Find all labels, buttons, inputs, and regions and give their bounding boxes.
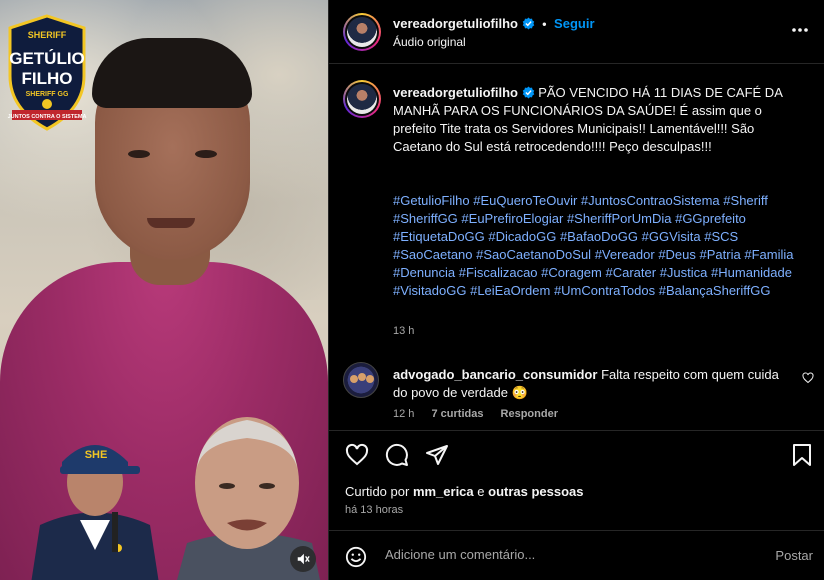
svg-text:SHERIFF GG: SHERIFF GG: [26, 91, 69, 98]
liked-prefix: Curtido por: [345, 484, 410, 499]
speaker-eye-left: [128, 150, 150, 158]
hashtag-link[interactable]: #Patria: [700, 247, 741, 262]
hashtag-link[interactable]: #GGprefeito: [675, 211, 746, 226]
save-bookmark-icon[interactable]: [791, 443, 813, 467]
speaker-mouth: [147, 218, 195, 228]
like-heart-icon[interactable]: [345, 443, 369, 467]
hashtag-link[interactable]: #BafaoDoGG: [560, 229, 638, 244]
svg-text:SHE: SHE: [85, 449, 108, 461]
post-button[interactable]: Postar: [775, 548, 813, 563]
comment-time[interactable]: 12 h: [393, 408, 414, 420]
comment-input[interactable]: [385, 547, 745, 562]
more-options-icon[interactable]: [791, 22, 809, 33]
avatar[interactable]: [343, 13, 381, 51]
verified-badge-icon: [522, 17, 534, 30]
hashtag-link[interactable]: #Deus: [658, 247, 696, 262]
svg-text:GETÚLIO: GETÚLIO: [9, 49, 85, 68]
hashtag-link[interactable]: #VisitadoGG: [393, 283, 466, 298]
hashtag-link[interactable]: #DicadoGG: [488, 229, 556, 244]
commenter-avatar[interactable]: [343, 362, 379, 398]
hashtag-link[interactable]: #SaoCaetano: [393, 247, 473, 262]
comment-likes[interactable]: 7 curtidas: [431, 408, 483, 420]
inset-photo-sheriff: SHE: [31, 445, 159, 580]
hashtag-link[interactable]: #Fiscalizacao: [459, 265, 538, 280]
hashtag-link[interactable]: #SCS: [704, 229, 738, 244]
hashtag-link[interactable]: #GGVisita: [642, 229, 701, 244]
speaker-hair: [92, 38, 252, 108]
comment-meta: 12 h 7 curtidas Responder: [393, 408, 572, 420]
audio-label[interactable]: Áudio original: [393, 35, 466, 49]
post-age[interactable]: há 13 horas: [345, 504, 403, 516]
reply-button[interactable]: Responder: [501, 408, 558, 420]
comment-username[interactable]: advogado_bancario_consumidor: [393, 367, 597, 382]
comment-like-heart-icon[interactable]: [802, 372, 814, 384]
hashtag-link[interactable]: #BalançaSheriffGG: [659, 283, 771, 298]
caption-username[interactable]: vereadorgetuliofilho: [393, 85, 518, 100]
svg-text:FILHO: FILHO: [22, 69, 73, 88]
hashtag-link[interactable]: #Familia: [744, 247, 793, 262]
emoji-icon[interactable]: [345, 546, 367, 568]
hashtag-link[interactable]: #Justica: [660, 265, 708, 280]
action-bar: [329, 430, 824, 480]
hashtag-link[interactable]: #Coragem: [541, 265, 602, 280]
liked-others[interactable]: outras pessoas: [488, 484, 583, 499]
hashtag-link[interactable]: #EuQueroTeOuvir: [473, 193, 577, 208]
hashtag-link[interactable]: #GetulioFilho: [393, 193, 470, 208]
hashtag-link[interactable]: #JuntosContraoSistema: [581, 193, 720, 208]
verified-badge-icon: [522, 86, 534, 99]
liked-user[interactable]: mm_erica: [413, 484, 474, 499]
hashtag-link[interactable]: #Humanidade: [711, 265, 792, 280]
header-username[interactable]: vereadorgetuliofilho: [393, 16, 518, 31]
comment: advogado_bancario_consumidor Falta respe…: [393, 366, 793, 402]
separator-dot: •: [542, 17, 547, 31]
post-header: vereadorgetuliofilho • Seguir Áudio orig…: [329, 0, 824, 64]
hashtag-list: #GetulioFilho #EuQueroTeOuvir #JuntosCon…: [393, 192, 811, 300]
caption-avatar[interactable]: [343, 80, 381, 118]
share-send-icon[interactable]: [425, 443, 449, 467]
svg-text:SHERIFF: SHERIFF: [28, 30, 67, 40]
hashtag-link[interactable]: #EtiquetaDoGG: [393, 229, 485, 244]
hashtag-link[interactable]: #SaoCaetanoDoSul: [476, 247, 591, 262]
video-player[interactable]: SHERIFF GETÚLIO FILHO SHERIFF GG JUNTOS …: [0, 0, 328, 580]
hashtag-link[interactable]: #Vereador: [595, 247, 655, 262]
hashtag-link[interactable]: #Sheriff: [723, 193, 768, 208]
svg-text:JUNTOS CONTRA O SISTEMA: JUNTOS CONTRA O SISTEMA: [8, 114, 87, 120]
hashtag-link[interactable]: #SheriffGG: [393, 211, 458, 226]
hashtag-link[interactable]: #Denuncia: [393, 265, 455, 280]
speaker-muted-icon: [297, 553, 310, 565]
caption-timestamp[interactable]: 13 h: [393, 325, 414, 337]
hashtag-link[interactable]: #Carater: [606, 265, 657, 280]
speaker-eye-right: [195, 150, 217, 158]
follow-button[interactable]: Seguir: [554, 16, 594, 31]
liked-by: Curtido por mm_erica e outras pessoas: [345, 484, 584, 499]
hashtag-link[interactable]: #EuPrefiroElogiar: [461, 211, 563, 226]
post-details-panel: vereadorgetuliofilho • Seguir Áudio orig…: [328, 0, 824, 580]
hashtag-link[interactable]: #UmContraTodos: [554, 283, 655, 298]
add-comment-bar: Postar: [329, 530, 824, 580]
sheriff-badge-logo: SHERIFF GETÚLIO FILHO SHERIFF GG JUNTOS …: [8, 14, 87, 131]
comment-bubble-icon[interactable]: [385, 443, 409, 467]
hashtag-link[interactable]: #LeiEaOrdem: [470, 283, 550, 298]
liked-and: e: [477, 484, 485, 499]
hashtag-link[interactable]: #SheriffPorUmDia: [567, 211, 672, 226]
post-caption: vereadorgetuliofilho PÃO VENCIDO HÁ 11 D…: [393, 84, 803, 156]
header-user-row: vereadorgetuliofilho • Seguir: [393, 16, 595, 31]
mute-button[interactable]: [290, 546, 316, 572]
